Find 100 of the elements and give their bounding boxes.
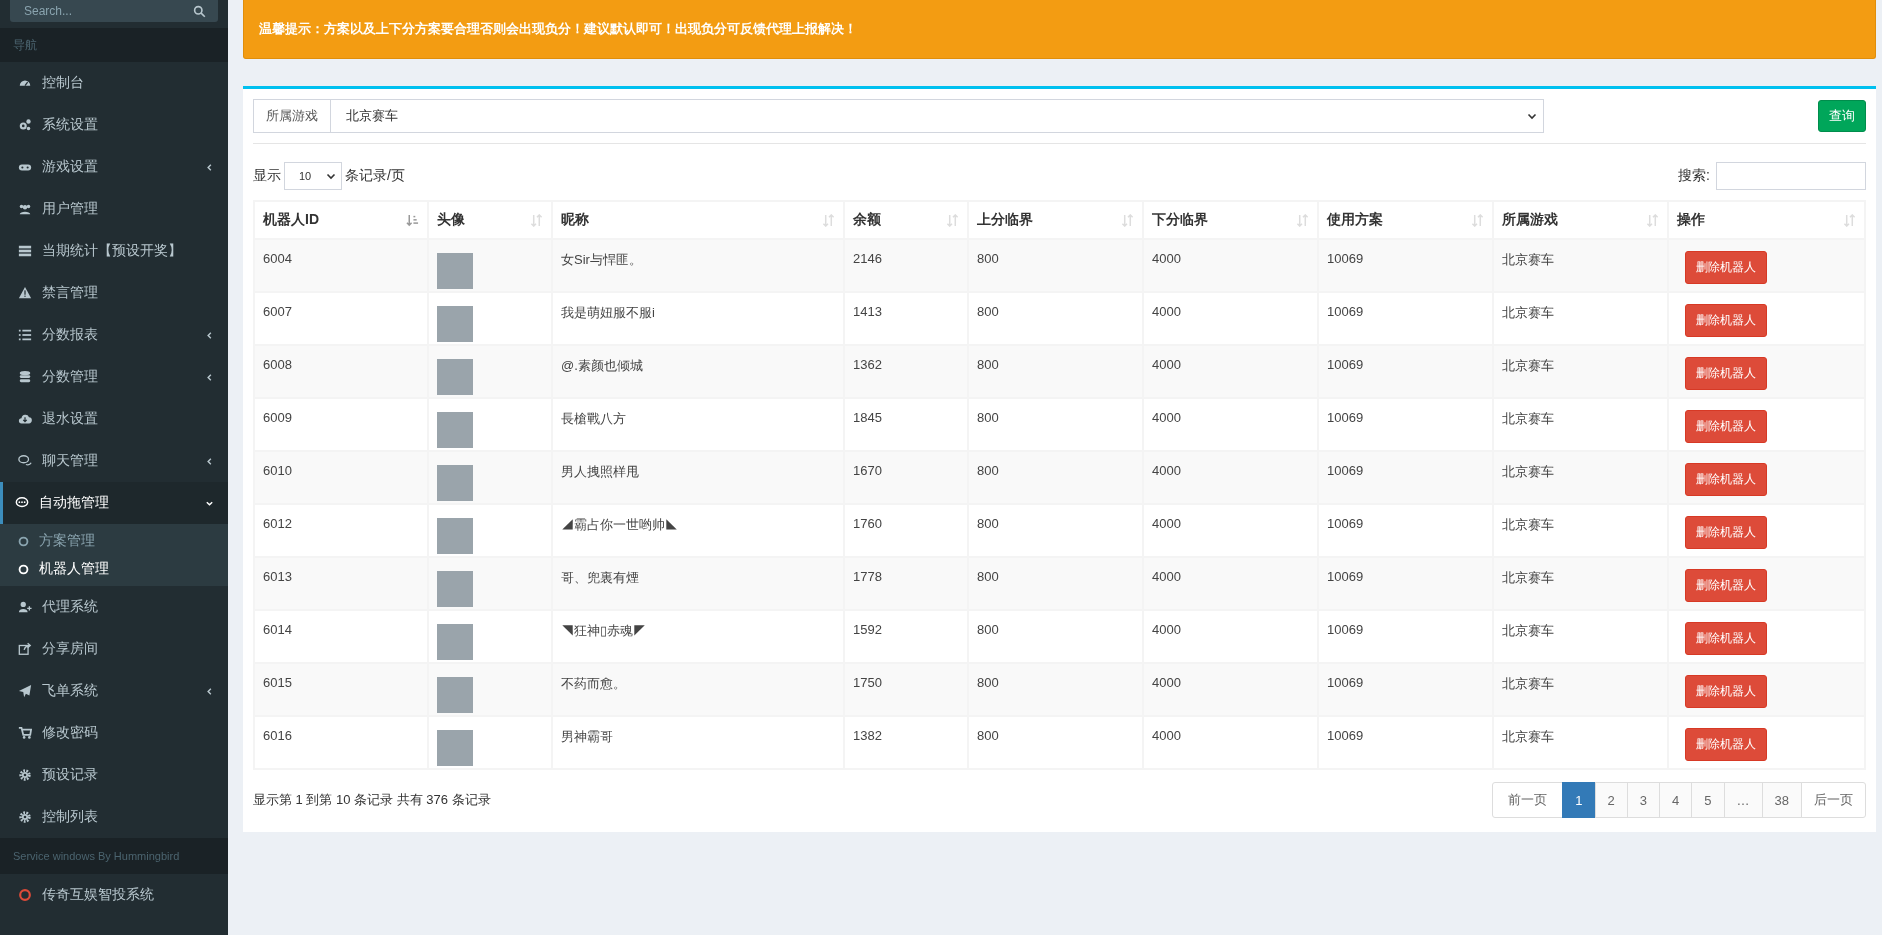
avatar-placeholder	[437, 359, 473, 395]
table-cell: 6004	[263, 251, 292, 266]
sidebar-item[interactable]: 游戏设置	[0, 146, 228, 188]
table-cell: 6012	[263, 516, 292, 531]
table-cell: 4000	[1152, 675, 1181, 690]
avatar-placeholder	[437, 571, 473, 607]
sidebar-item[interactable]: 预设记录	[0, 754, 228, 796]
circle-icon	[18, 535, 29, 547]
avatar-placeholder	[437, 465, 473, 501]
delete-robot-button[interactable]: 删除机器人	[1685, 728, 1767, 761]
records-info: 显示第 1 到第 10 条记录 共有 376 条记录	[253, 791, 491, 809]
circle-icon	[18, 563, 29, 575]
next-page-button[interactable]: 后一页	[1801, 782, 1866, 818]
column-header[interactable]: 使用方案	[1318, 201, 1493, 239]
delete-robot-button[interactable]: 删除机器人	[1685, 675, 1767, 708]
sidebar-item[interactable]: 系统设置	[0, 104, 228, 146]
warning-icon	[18, 286, 32, 300]
table-cell: 4000	[1152, 357, 1181, 372]
delete-robot-button[interactable]: 删除机器人	[1685, 463, 1767, 496]
table-cell: 1750	[853, 675, 882, 690]
avatar-placeholder	[437, 306, 473, 342]
table-cell: 10069	[1327, 463, 1364, 478]
sidebar-item[interactable]: 控制台	[0, 62, 228, 104]
share-icon	[18, 642, 32, 656]
column-header[interactable]: 所属游戏	[1493, 201, 1668, 239]
submenu-item[interactable]: 机器人管理	[0, 555, 228, 583]
delete-robot-button[interactable]: 删除机器人	[1685, 622, 1767, 655]
sidebar-item[interactable]: 聊天管理	[0, 440, 228, 482]
table-cell: 1362	[853, 357, 882, 372]
speech-bubble-icon	[15, 496, 29, 510]
table-cell: 北京赛车	[1502, 623, 1554, 638]
avatar-placeholder	[437, 730, 473, 766]
avatar-placeholder	[437, 518, 473, 554]
avatar-placeholder	[437, 253, 473, 289]
sidebar-item[interactable]: 自动拖管理	[0, 482, 228, 524]
sidebar-item[interactable]: 分数报表	[0, 314, 228, 356]
table-cell: 10069	[1327, 304, 1364, 319]
table-cell: 1845	[853, 410, 882, 425]
table-cell: 4000	[1152, 463, 1181, 478]
table-cell: 10069	[1327, 622, 1364, 637]
page-button[interactable]: 3	[1626, 782, 1661, 818]
table-cell: 1670	[853, 463, 882, 478]
sidebar-item[interactable]: 用户管理	[0, 188, 228, 230]
delete-robot-button[interactable]: 删除机器人	[1685, 516, 1767, 549]
table-cell: 哥、兜裏有煙	[561, 570, 639, 585]
previous-page-button[interactable]: 前一页	[1492, 782, 1564, 818]
cart-icon	[18, 726, 32, 740]
page-size-select[interactable]: 10	[284, 162, 342, 190]
search-field[interactable]: Search...	[10, 0, 218, 22]
page-button[interactable]: 4	[1659, 782, 1693, 818]
table-cell: 長槍戰八方	[561, 411, 626, 426]
database-icon	[18, 370, 32, 384]
delete-robot-button[interactable]: 删除机器人	[1685, 569, 1767, 602]
delete-robot-button[interactable]: 删除机器人	[1685, 304, 1767, 337]
search-field[interactable]	[1716, 162, 1866, 190]
page-button[interactable]: 2	[1594, 782, 1628, 818]
table-cell: 我是萌妞服不服i	[561, 305, 655, 320]
page-button[interactable]: 38	[1761, 782, 1802, 818]
sidebar-item[interactable]: 控制列表	[0, 796, 228, 838]
sidebar-item[interactable]: 当期统计【预设开奖】	[0, 230, 228, 272]
table-cell: 10069	[1327, 728, 1364, 743]
delete-robot-button[interactable]: 删除机器人	[1685, 357, 1767, 390]
column-header[interactable]: 操作	[1668, 201, 1865, 239]
column-header[interactable]: 昵称	[552, 201, 844, 239]
nav-header: 导航	[0, 28, 228, 62]
per-page-label: 条记录/页	[345, 167, 405, 185]
table-cell: 北京赛车	[1502, 464, 1554, 479]
table-cell: 800	[977, 463, 999, 478]
table-cell: 男人拽照样甩	[561, 464, 639, 479]
table-cell: 6009	[263, 410, 292, 425]
table-cell: 800	[977, 516, 999, 531]
sidebar-item[interactable]: 退水设置	[0, 398, 228, 440]
table-cell: 10069	[1327, 569, 1364, 584]
numbered-list-icon	[18, 328, 32, 342]
table-cell: 4000	[1152, 251, 1181, 266]
sidebar-item[interactable]: 禁言管理	[0, 272, 228, 314]
delete-robot-button[interactable]: 删除机器人	[1685, 410, 1767, 443]
submenu-item[interactable]: 方案管理	[0, 527, 228, 555]
delete-robot-button[interactable]: 删除机器人	[1685, 251, 1767, 284]
page-button[interactable]: 5	[1691, 782, 1725, 818]
search-icon	[193, 5, 206, 18]
sidebar-item[interactable]: 分享房间	[0, 628, 228, 670]
sidebar-item[interactable]: 代理系统	[0, 586, 228, 628]
sidebar-item[interactable]: 分数管理	[0, 356, 228, 398]
avatar-placeholder	[437, 624, 473, 660]
column-header[interactable]: 上分临界	[968, 201, 1143, 239]
page-button[interactable]: …	[1723, 782, 1763, 818]
users-icon	[18, 202, 32, 216]
table-cell: 1382	[853, 728, 882, 743]
table-cell: 6016	[263, 728, 292, 743]
page-button[interactable]: 1	[1562, 782, 1596, 818]
column-header[interactable]: 机器人ID	[254, 201, 428, 239]
sidebar-item[interactable]: 传奇互娱智投系统	[0, 874, 228, 916]
table-cell: 4000	[1152, 728, 1181, 743]
sidebar-footer-text: Service windows By Hummingbird	[0, 838, 228, 874]
column-header[interactable]: 下分临界	[1143, 201, 1318, 239]
gears-icon	[18, 118, 32, 132]
sidebar-item[interactable]: 修改密码	[0, 712, 228, 754]
sidebar-item[interactable]: 飞单系统	[0, 670, 228, 712]
table-cell: 4000	[1152, 622, 1181, 637]
